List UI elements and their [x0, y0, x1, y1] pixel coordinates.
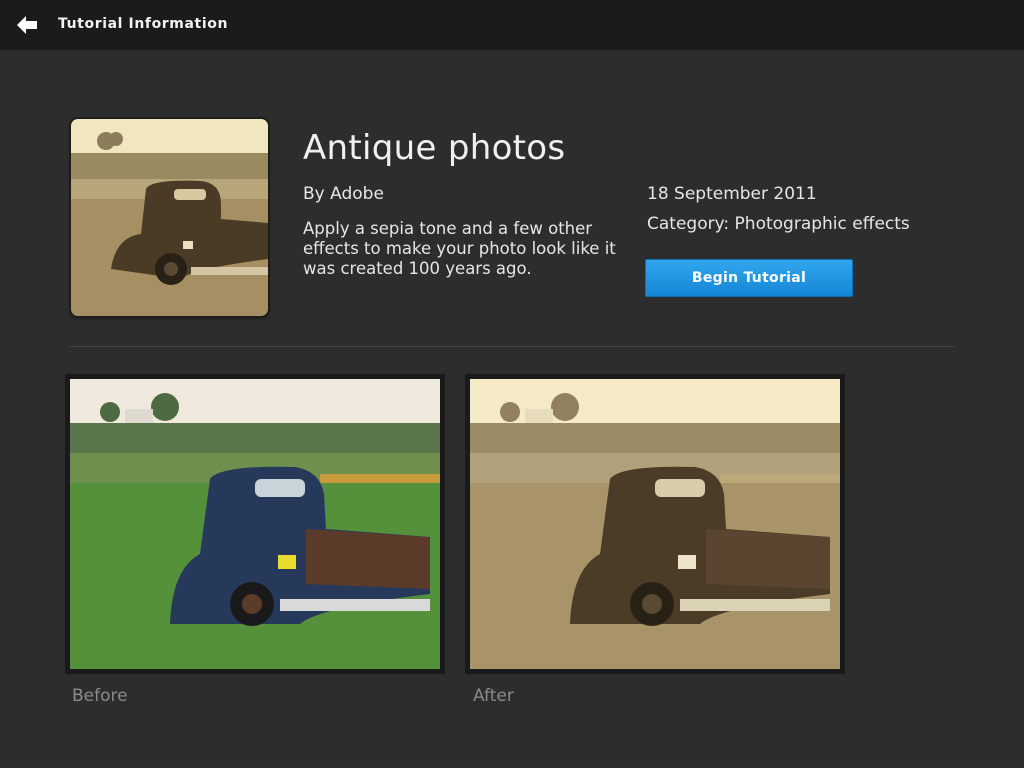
- before-label: Before: [72, 686, 128, 706]
- back-arrow-icon[interactable]: [14, 12, 40, 38]
- tutorial-date: 18 September 2011: [647, 184, 817, 204]
- tutorial-category: Category: Photographic effects: [647, 214, 910, 234]
- tutorial-thumbnail: [71, 119, 268, 316]
- before-photo: [65, 374, 445, 674]
- tutorial-title: Antique photos: [303, 128, 566, 168]
- top-bar: Tutorial Information: [0, 0, 1024, 50]
- tutorial-author: By Adobe: [303, 184, 384, 204]
- after-photo: [465, 374, 845, 674]
- begin-tutorial-button[interactable]: Begin Tutorial: [645, 259, 853, 297]
- page-title: Tutorial Information: [58, 16, 229, 32]
- divider: [70, 346, 954, 347]
- after-label: After: [473, 686, 514, 706]
- tutorial-description: Apply a sepia tone and a few other effec…: [303, 219, 616, 278]
